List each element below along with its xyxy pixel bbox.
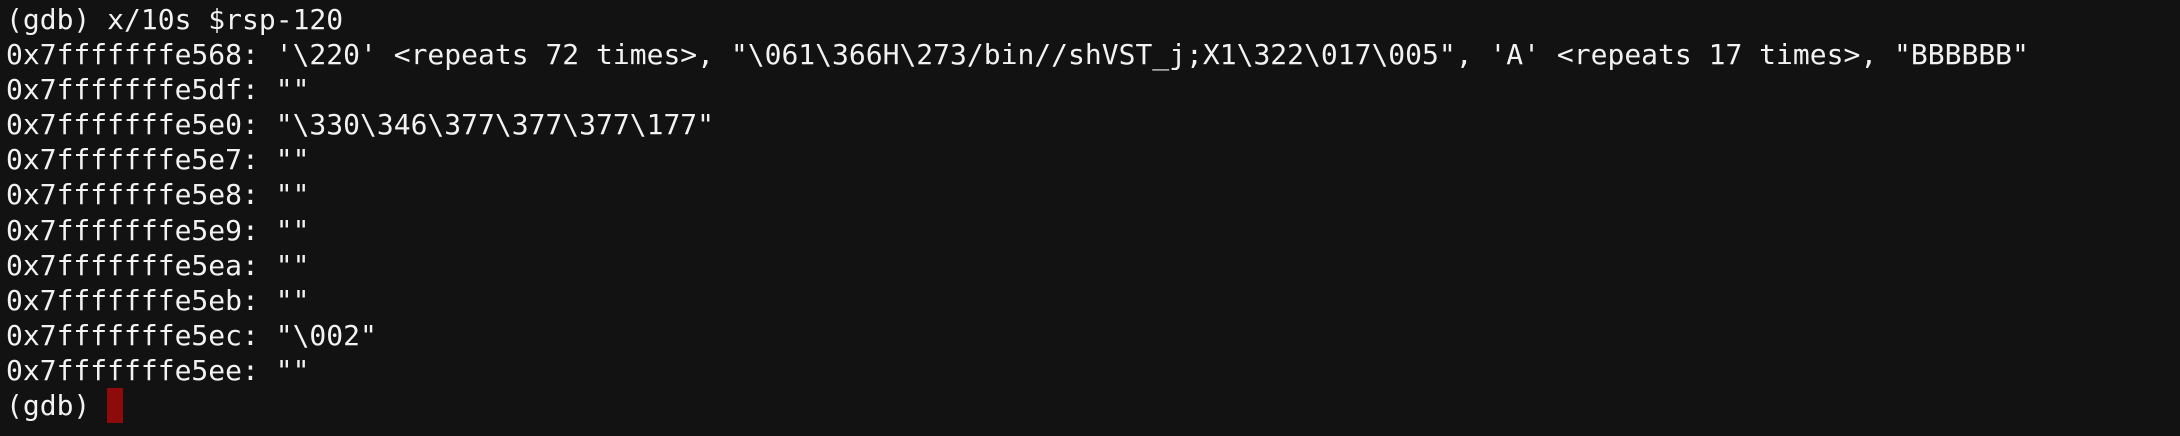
output-line: 0x7fffffffe5ea: ""	[6, 248, 310, 282]
output-line: 0x7fffffffe5e7: ""	[6, 143, 310, 177]
output-line: 0x7fffffffe5e0: "\330\346\377\377\377\17…	[6, 108, 715, 142]
output-line: 0x7fffffffe5ec: "\002"	[6, 318, 377, 352]
output-line: 0x7fffffffe5e9: ""	[6, 213, 310, 247]
gdb-prompt: (gdb)	[6, 389, 91, 423]
terminal-window[interactable]: (gdb) x/10s $rsp-120 0x7fffffffe568: '\2…	[0, 0, 2180, 436]
output-line: 0x7fffffffe5e8: ""	[6, 178, 310, 212]
output-line: 0x7fffffffe5eb: ""	[6, 283, 310, 317]
output-line: 0x7fffffffe5ee: ""	[6, 353, 310, 387]
input-prompt-line[interactable]: (gdb)	[6, 388, 2180, 424]
output-line: 0x7fffffffe5df: ""	[6, 73, 310, 107]
text-cursor	[107, 388, 124, 424]
output-line: 0x7fffffffe568: '\220' <repeats 72 times…	[6, 38, 2029, 72]
command-line: (gdb) x/10s $rsp-120	[6, 3, 344, 36]
